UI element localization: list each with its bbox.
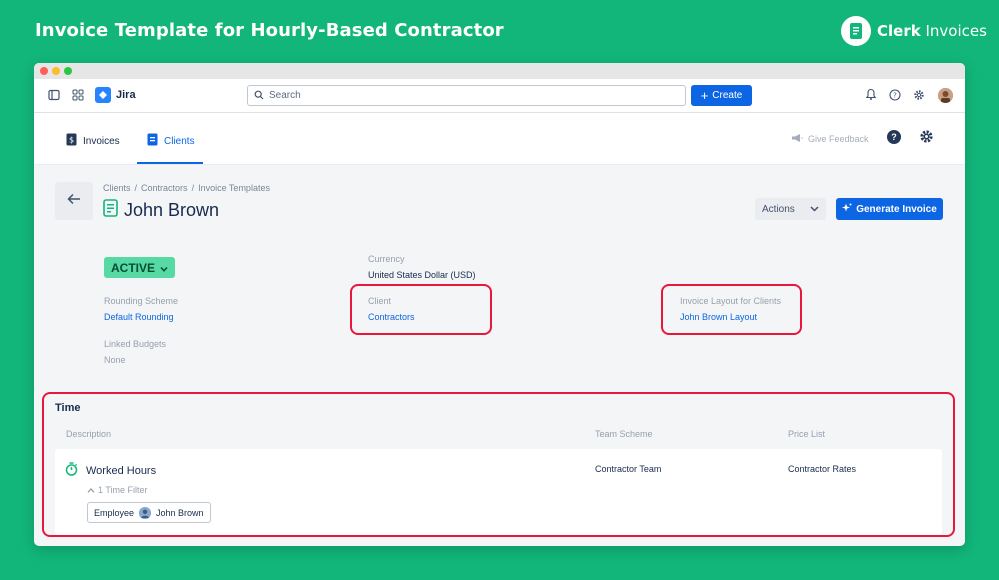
chevron-down-icon: [810, 204, 819, 215]
actions-dropdown-button[interactable]: Actions: [755, 198, 826, 220]
tab-invoices[interactable]: $ Invoices: [66, 133, 120, 149]
generate-invoice-button[interactable]: Generate Invoice: [836, 198, 943, 220]
linked-budgets-value: None: [104, 355, 126, 365]
minimize-window-icon[interactable]: [52, 67, 60, 75]
help-icon[interactable]: ?: [889, 88, 901, 106]
currency-value: United States Dollar (USD): [368, 270, 476, 280]
help-circle-icon[interactable]: ?: [887, 130, 901, 144]
svg-text:?: ?: [893, 92, 897, 100]
sparkle-icon: [842, 203, 852, 216]
currency-label: Currency: [368, 254, 405, 264]
settings-gear-icon[interactable]: [913, 88, 925, 106]
window-titlebar: [34, 63, 965, 79]
clients-icon: [147, 133, 158, 149]
invoice-template-icon: [103, 199, 118, 222]
back-button[interactable]: [55, 182, 93, 220]
plugin-settings-gear-icon[interactable]: [919, 129, 934, 149]
breadcrumb-clients[interactable]: Clients: [103, 183, 131, 193]
search-placeholder: Search: [269, 90, 301, 101]
chevron-down-icon: [160, 261, 168, 275]
search-icon: [254, 87, 264, 105]
clerk-logo-icon: [841, 16, 871, 46]
breadcrumb-separator: /: [191, 183, 195, 193]
page-title: John Brown: [103, 199, 219, 222]
breadcrumb-invoice-templates[interactable]: Invoice Templates: [198, 183, 270, 193]
plus-icon: +: [700, 88, 709, 103]
sidebar-toggle-icon[interactable]: [48, 88, 60, 106]
invoice-icon: $: [66, 133, 77, 149]
page-title-text: John Brown: [124, 200, 220, 220]
brand-name: Clerk Invoices: [877, 22, 987, 40]
megaphone-icon: [791, 133, 803, 145]
tab-clients[interactable]: Clients: [147, 133, 195, 149]
app-window: Jira Search + Create ? $ Invoices Client…: [34, 63, 965, 546]
highlight-time-section-box: [42, 392, 955, 537]
plugin-navigation: $ Invoices Clients Give Feedback ?: [34, 113, 965, 165]
user-avatar[interactable]: [938, 88, 953, 103]
status-dropdown[interactable]: ACTIVE: [104, 257, 175, 278]
svg-text:$: $: [69, 136, 74, 145]
brand: Clerk Invoices: [841, 16, 987, 46]
jira-logo-icon[interactable]: [95, 87, 111, 103]
top-navigation: Jira Search + Create ?: [34, 79, 965, 113]
breadcrumb-separator: /: [134, 183, 138, 193]
app-switcher-icon[interactable]: [72, 88, 84, 106]
rounding-scheme-link[interactable]: Default Rounding: [104, 312, 174, 322]
arrow-left-icon: [67, 192, 81, 210]
linked-budgets-label: Linked Budgets: [104, 339, 167, 349]
notifications-bell-icon[interactable]: [865, 88, 877, 106]
active-tab-indicator: [137, 162, 203, 164]
rounding-scheme-label: Rounding Scheme: [104, 296, 179, 306]
create-button[interactable]: + Create: [691, 85, 752, 106]
app-name[interactable]: Jira: [116, 89, 136, 101]
breadcrumb-contractors[interactable]: Contractors: [141, 183, 188, 193]
maximize-window-icon[interactable]: [64, 67, 72, 75]
banner-title: Invoice Template for Hourly-Based Contra…: [35, 20, 504, 41]
close-window-icon[interactable]: [40, 67, 48, 75]
highlight-client-box: [350, 284, 492, 335]
search-input[interactable]: Search: [247, 85, 686, 106]
give-feedback-button[interactable]: Give Feedback: [791, 133, 869, 145]
breadcrumb: Clients / Contractors / Invoice Template…: [103, 183, 270, 193]
highlight-layout-box: [661, 284, 802, 335]
